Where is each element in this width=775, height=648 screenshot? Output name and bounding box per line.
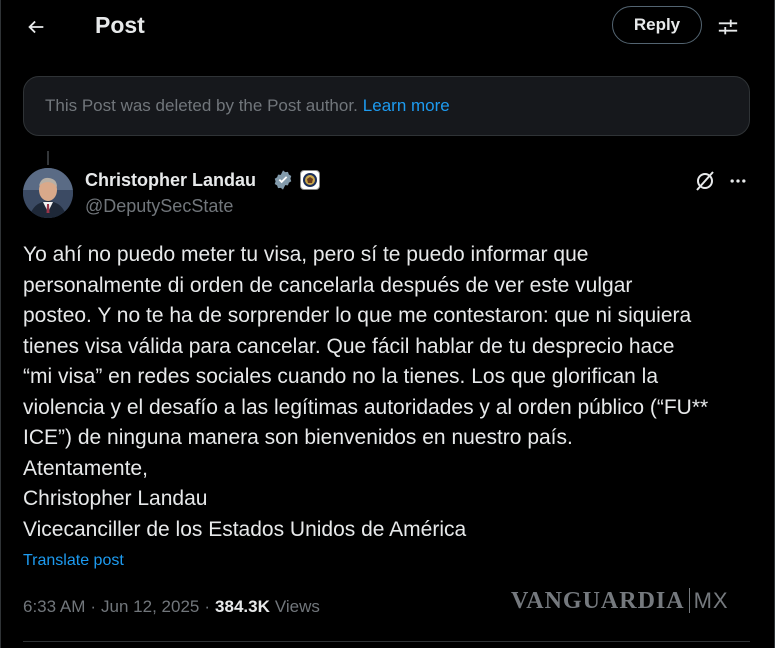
avatar-image bbox=[23, 168, 73, 218]
thread-connector bbox=[47, 151, 49, 165]
watermark-suffix: MX bbox=[688, 588, 729, 613]
post-meta: 6:33 AM · Jun 12, 2025 · 384.3K Views bbox=[23, 597, 320, 617]
post-line: “mi visa” en redes sociales cuando no la… bbox=[23, 365, 659, 388]
learn-more-link[interactable]: Learn more bbox=[363, 96, 450, 116]
arrow-left-icon bbox=[28, 20, 44, 34]
settings-button[interactable] bbox=[712, 11, 744, 43]
post-time[interactable]: 6:33 AM bbox=[23, 597, 85, 617]
government-seal-icon[interactable] bbox=[300, 170, 320, 190]
page-title: Post bbox=[95, 12, 145, 38]
divider bbox=[23, 641, 750, 642]
sliders-icon bbox=[718, 19, 738, 35]
avatar[interactable] bbox=[23, 168, 73, 218]
post-line: Atentamente, bbox=[23, 456, 148, 480]
post-line: posteo. Y no te ha de sorprender lo que … bbox=[23, 304, 692, 327]
notice-text: This Post was deleted by the Post author… bbox=[45, 96, 358, 115]
verified-badge-icon bbox=[274, 170, 292, 190]
meta-separator: · bbox=[204, 597, 211, 616]
header-bar: Post Reply bbox=[0, 0, 775, 54]
views-label: Views bbox=[274, 597, 320, 616]
post-line: Yo ahí no puedo meter tu visa, pero sí t… bbox=[23, 243, 589, 266]
seal-graphic bbox=[303, 173, 317, 187]
more-options-button[interactable] bbox=[724, 167, 752, 195]
author-handle[interactable]: @DeputySecState bbox=[85, 196, 233, 217]
translate-post-link[interactable]: Translate post bbox=[23, 552, 124, 570]
post-line: Vicecanciller de los Estados Unidos de A… bbox=[23, 517, 467, 541]
back-button[interactable] bbox=[20, 11, 52, 43]
meta-separator: · bbox=[90, 597, 97, 616]
grok-icon bbox=[696, 171, 714, 191]
post-line: violencia y el desafío a las legítimas a… bbox=[23, 395, 709, 419]
post-line: ICE”) de ninguna manera son bienvenidos … bbox=[23, 426, 573, 449]
post-line: Christopher Landau bbox=[23, 487, 208, 510]
views-count: 384.3K bbox=[215, 597, 270, 616]
post-date[interactable]: Jun 12, 2025 bbox=[101, 597, 199, 617]
watermark: VANGUARDIA MX bbox=[511, 588, 729, 615]
more-dots-icon bbox=[730, 179, 746, 183]
reply-button[interactable]: Reply bbox=[612, 6, 702, 44]
deleted-post-notice: This Post was deleted by the Post author… bbox=[23, 76, 750, 136]
post-text: Yo ahí no puedo meter tu visa, pero sí t… bbox=[23, 240, 758, 545]
grok-button[interactable] bbox=[691, 167, 719, 195]
post-line: personalmente di orden de cancelarla des… bbox=[23, 273, 633, 297]
author-name[interactable]: Christopher Landau bbox=[85, 170, 256, 191]
watermark-brand: VANGUARDIA bbox=[511, 588, 685, 614]
post-line: tienes visa válida para cancelar. Que fá… bbox=[23, 334, 675, 358]
